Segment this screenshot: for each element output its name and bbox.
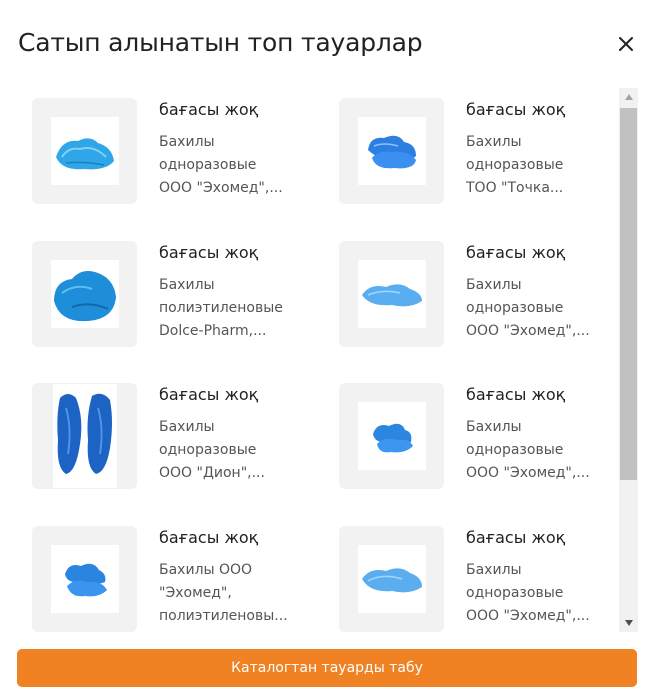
product-name[interactable]: Бахилы ООО "Эхомед", полиэтиленовы...	[159, 559, 324, 628]
product-thumbnail[interactable]	[339, 526, 444, 632]
product-card[interactable]: бағасы жоқ Бахилы одноразовые ООО "Эхоме…	[339, 526, 620, 632]
product-price: бағасы жоқ	[466, 528, 566, 547]
product-price: бағасы жоқ	[466, 243, 566, 262]
product-name[interactable]: Бахилы одноразовые ООО "Эхомед",...	[466, 559, 620, 628]
product-name[interactable]: Бахилы одноразовые ООО "Эхомед",...	[466, 274, 620, 343]
product-thumbnail[interactable]	[339, 383, 444, 489]
vertical-scrollbar[interactable]	[619, 88, 638, 632]
product-card[interactable]: бағасы жоқ Бахилы одноразовые ООО "Эхоме…	[339, 241, 620, 347]
scroll-down-button[interactable]	[619, 614, 638, 632]
product-thumbnail[interactable]	[32, 241, 137, 347]
shoe-covers-image	[361, 284, 422, 307]
triangle-up-icon	[624, 94, 633, 100]
product-card[interactable]: бағасы жоқ Бахилы одноразовые ТОО "Точка…	[339, 98, 620, 204]
shoe-covers-image	[53, 271, 116, 322]
scroll-up-button[interactable]	[619, 88, 638, 106]
find-in-catalog-button[interactable]: Каталогтан тауарды табу	[17, 649, 637, 687]
shoe-covers-image	[64, 563, 107, 597]
scrollbar-thumb[interactable]	[620, 108, 637, 480]
product-thumbnail[interactable]	[339, 98, 444, 204]
product-name[interactable]: Бахилы одноразовые ООО "Эхомед",...	[159, 131, 324, 200]
product-price: бағасы жоқ	[466, 100, 566, 119]
product-price: бағасы жоқ	[159, 100, 259, 119]
product-thumbnail[interactable]	[32, 383, 137, 489]
shoe-covers-image	[56, 393, 112, 474]
shoe-covers-image	[367, 135, 416, 169]
product-card[interactable]: бағасы жоқ Бахилы одноразовые ООО "Эхоме…	[32, 98, 322, 204]
shoe-covers-image	[55, 138, 114, 170]
product-name[interactable]: Бахилы полиэтиленовые Dolce-Pharm,...	[159, 274, 324, 343]
product-list: бағасы жоқ Бахилы одноразовые ООО "Эхоме…	[0, 86, 620, 632]
product-price: бағасы жоқ	[159, 385, 259, 404]
modal-title: Сатып алынатын топ тауарлар	[18, 28, 423, 57]
product-name[interactable]: Бахилы одноразовые ТОО "Точка...	[466, 131, 620, 200]
product-card[interactable]: бағасы жоқ Бахилы одноразовые ООО "Дион"…	[32, 383, 322, 489]
product-card[interactable]: бағасы жоқ Бахилы полиэтиленовые Dolce-P…	[32, 241, 322, 347]
product-card[interactable]: бағасы жоқ Бахилы одноразовые ООО "Эхоме…	[339, 383, 620, 489]
close-icon	[619, 37, 633, 51]
product-thumbnail[interactable]	[32, 98, 137, 204]
product-thumbnail[interactable]	[32, 526, 137, 632]
product-thumbnail[interactable]	[339, 241, 444, 347]
product-name[interactable]: Бахилы одноразовые ООО "Дион",...	[159, 416, 324, 485]
product-price: бағасы жоқ	[159, 528, 259, 547]
close-button[interactable]	[612, 30, 640, 58]
product-price: бағасы жоқ	[466, 385, 566, 404]
product-card[interactable]: бағасы жоқ Бахилы ООО "Эхомед", полиэтил…	[32, 526, 322, 632]
triangle-down-icon	[624, 620, 633, 626]
product-price: бағасы жоқ	[159, 243, 259, 262]
shoe-covers-image	[372, 423, 413, 453]
product-name[interactable]: Бахилы одноразовые ООО "Эхомед",...	[466, 416, 620, 485]
shoe-covers-image	[361, 568, 422, 593]
